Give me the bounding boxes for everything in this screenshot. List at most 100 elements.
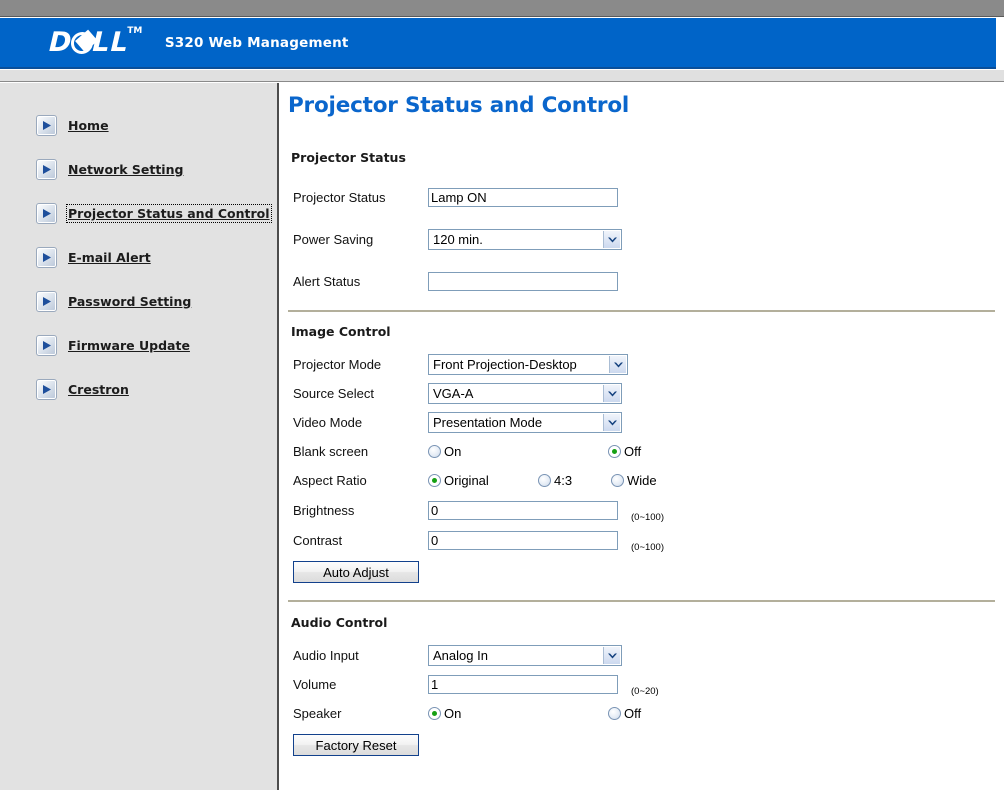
brightness-input[interactable] bbox=[428, 500, 618, 520]
alert-status-input[interactable] bbox=[428, 272, 618, 291]
header-right-gutter bbox=[996, 18, 1004, 69]
play-arrow-icon bbox=[36, 379, 57, 400]
chevron-down-icon[interactable] bbox=[603, 231, 620, 248]
radio-icon[interactable] bbox=[611, 474, 624, 487]
alert-status-row: Alert Status bbox=[288, 267, 995, 296]
chevron-down-icon[interactable] bbox=[603, 414, 620, 431]
projector-mode-value: Front Projection-Desktop bbox=[433, 357, 577, 372]
alert-status-label: Alert Status bbox=[293, 274, 361, 289]
aspect-43-option[interactable]: 4:3 bbox=[538, 473, 611, 488]
blank-screen-on-option[interactable]: On bbox=[428, 444, 608, 459]
sidebar-item-label: Crestron bbox=[68, 382, 129, 397]
contrast-input[interactable] bbox=[428, 530, 618, 550]
audio-input-select[interactable]: Analog In bbox=[428, 645, 622, 666]
video-mode-select[interactable]: Presentation Mode bbox=[428, 412, 622, 433]
audio-input-label: Audio Input bbox=[293, 648, 359, 663]
sidebar-item-label: Projector Status and Control bbox=[66, 204, 272, 223]
radio-icon[interactable] bbox=[428, 445, 441, 458]
aspect-43-label: 4:3 bbox=[554, 473, 573, 488]
aspect-wide-option[interactable]: Wide bbox=[611, 473, 657, 488]
product-title: S320 Web Management bbox=[164, 34, 349, 51]
aspect-original-label: Original bbox=[444, 473, 489, 488]
chevron-down-icon[interactable] bbox=[603, 385, 620, 402]
brand-header: D LL TM S320 Web Management bbox=[0, 18, 996, 69]
blank-screen-row: Blank screen On Off bbox=[288, 437, 995, 466]
play-arrow-icon bbox=[36, 203, 57, 224]
source-select-label: Source Select bbox=[293, 386, 374, 401]
sidebar-item-label: Network Setting bbox=[68, 162, 184, 177]
page-title: Projector Status and Control bbox=[288, 93, 630, 118]
aspect-ratio-row: Aspect Ratio Original 4:3 Wide bbox=[288, 466, 995, 495]
projector-mode-select[interactable]: Front Projection-Desktop bbox=[428, 354, 628, 375]
brightness-range-hint: (0~100) bbox=[631, 512, 665, 523]
power-saving-value: 120 min. bbox=[433, 232, 483, 247]
blank-screen-off-label: Off bbox=[624, 444, 642, 459]
blank-screen-label: Blank screen bbox=[293, 444, 369, 459]
radio-icon[interactable] bbox=[608, 707, 621, 720]
chevron-down-icon[interactable] bbox=[603, 647, 620, 664]
chevron-down-icon[interactable] bbox=[609, 356, 626, 373]
projector-status-input[interactable] bbox=[428, 188, 618, 207]
video-mode-row: Video Mode Presentation Mode bbox=[288, 408, 995, 437]
radio-icon[interactable] bbox=[608, 445, 621, 458]
sidebar-item-password-setting[interactable]: Password Setting bbox=[0, 289, 277, 314]
sidebar-item-network-setting[interactable]: Network Setting bbox=[0, 157, 277, 182]
sidebar-item-email-alert[interactable]: E-mail Alert bbox=[0, 245, 277, 270]
speaker-on-label: On bbox=[444, 706, 462, 721]
play-arrow-icon bbox=[36, 247, 57, 268]
audio-control-section: Audio Control Audio Input Analog In Volu… bbox=[288, 615, 995, 756]
web-management-page: D LL TM S320 Web Management Home Network S… bbox=[0, 0, 1004, 790]
brightness-label: Brightness bbox=[293, 502, 355, 518]
aspect-ratio-label: Aspect Ratio bbox=[293, 473, 367, 488]
factory-reset-button[interactable]: Factory Reset bbox=[293, 734, 419, 756]
play-arrow-icon bbox=[36, 291, 57, 312]
source-select-select[interactable]: VGA-A bbox=[428, 383, 622, 404]
play-arrow-icon bbox=[36, 335, 57, 356]
header-underbar bbox=[0, 70, 1004, 82]
power-saving-select[interactable]: 120 min. bbox=[428, 229, 622, 250]
sidebar-item-home[interactable]: Home bbox=[0, 113, 277, 138]
projector-status-row: Projector Status bbox=[288, 183, 995, 212]
projector-mode-row: Projector Mode Front Projection-Desktop bbox=[288, 350, 995, 379]
audio-input-row: Audio Input Analog In bbox=[288, 641, 995, 670]
sidebar: Home Network Setting Projector Status an… bbox=[0, 83, 279, 790]
video-mode-label: Video Mode bbox=[293, 415, 363, 430]
volume-input[interactable] bbox=[428, 675, 618, 694]
blank-screen-off-option[interactable]: Off bbox=[608, 444, 641, 459]
power-saving-row: Power Saving 120 min. bbox=[288, 225, 995, 254]
contrast-range-hint: (0~100) bbox=[631, 542, 665, 553]
speaker-on-option[interactable]: On bbox=[428, 706, 608, 721]
sidebar-item-crestron[interactable]: Crestron bbox=[0, 377, 277, 402]
sidebar-item-label: Home bbox=[68, 118, 109, 133]
blank-screen-on-label: On bbox=[444, 444, 462, 459]
audio-input-value: Analog In bbox=[433, 648, 488, 663]
sidebar-nav: Home Network Setting Projector Status an… bbox=[0, 83, 277, 402]
auto-adjust-button[interactable]: Auto Adjust bbox=[293, 561, 419, 583]
projector-status-heading: Projector Status bbox=[291, 150, 406, 165]
volume-row: Volume (0~20) Set bbox=[288, 670, 995, 699]
volume-label: Volume bbox=[293, 677, 337, 692]
projector-status-section: Projector Status Projector Status Power … bbox=[288, 118, 995, 312]
audio-control-heading: Audio Control bbox=[291, 615, 388, 630]
sidebar-item-label: E-mail Alert bbox=[68, 250, 151, 265]
image-control-heading: Image Control bbox=[291, 324, 391, 339]
trademark-symbol: TM bbox=[126, 26, 143, 36]
sidebar-item-projector-status-and-control[interactable]: Projector Status and Control bbox=[0, 201, 277, 226]
sidebar-item-label: Firmware Update bbox=[68, 338, 190, 353]
aspect-original-option[interactable]: Original bbox=[428, 473, 538, 488]
play-arrow-icon bbox=[36, 115, 57, 136]
radio-icon[interactable] bbox=[538, 474, 551, 487]
main-content: Projector Status and Control Projector S… bbox=[281, 83, 1004, 790]
dell-logo-d: D bbox=[48, 27, 73, 58]
section-divider bbox=[288, 310, 995, 312]
projector-mode-label: Projector Mode bbox=[293, 357, 382, 372]
contrast-row: Contrast (0~100) Set bbox=[288, 525, 995, 555]
aspect-wide-label: Wide bbox=[627, 473, 657, 488]
speaker-off-option[interactable]: Off bbox=[608, 706, 641, 721]
top-gray-strip bbox=[0, 0, 1004, 17]
radio-icon[interactable] bbox=[428, 707, 441, 720]
radio-icon[interactable] bbox=[428, 474, 441, 487]
power-saving-label: Power Saving bbox=[293, 232, 374, 247]
sidebar-item-firmware-update[interactable]: Firmware Update bbox=[0, 333, 277, 358]
dell-logo-ll: LL bbox=[91, 27, 130, 58]
